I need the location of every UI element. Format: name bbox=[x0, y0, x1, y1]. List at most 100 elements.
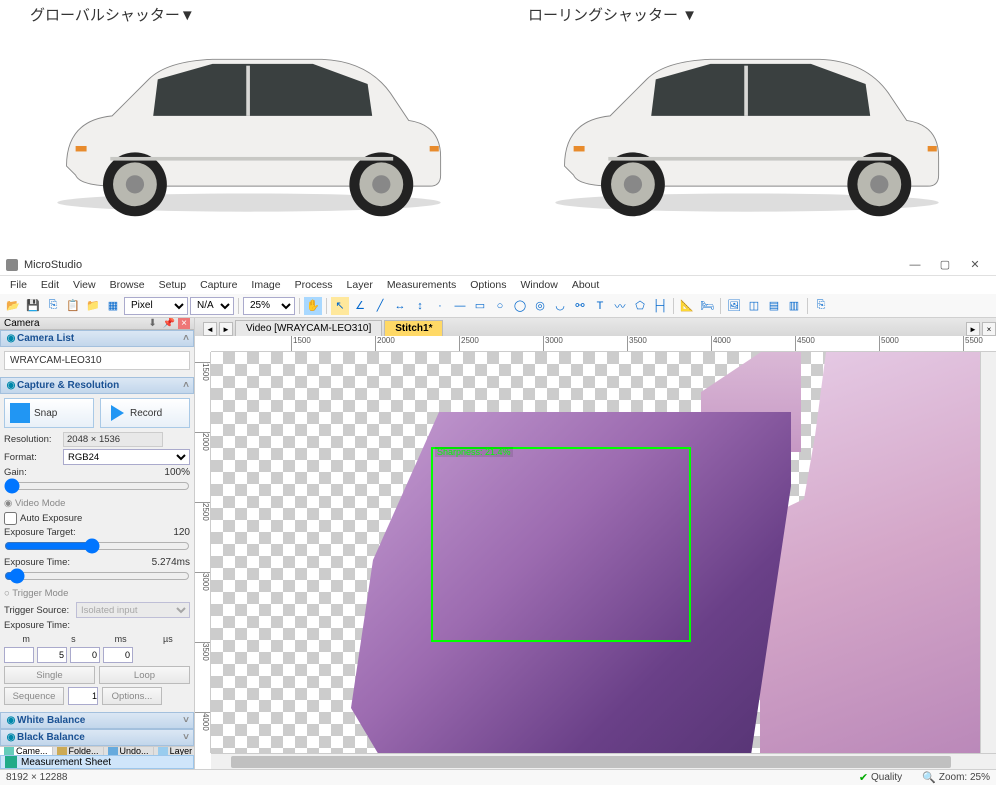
live-selection-box[interactable]: Sharpness: 21.4% bbox=[431, 447, 691, 642]
text-tool-icon[interactable]: T bbox=[591, 297, 609, 315]
paste-icon[interactable]: 📋 bbox=[64, 297, 82, 315]
angle-tool-icon[interactable]: ∠ bbox=[351, 297, 369, 315]
scrollbar-vertical[interactable] bbox=[980, 352, 996, 753]
camera-list-header[interactable]: ◉ Camera List ˄ bbox=[0, 330, 194, 347]
time-us-input[interactable] bbox=[103, 647, 133, 663]
camera-panel: Camera ⬇ 📌 × ◉ Camera List ˄ WRAYCAM-LEO… bbox=[0, 318, 195, 769]
circle-tool-icon[interactable]: ◯ bbox=[511, 297, 529, 315]
time-s-input[interactable] bbox=[37, 647, 67, 663]
line-tool-icon[interactable]: ╱ bbox=[371, 297, 389, 315]
tab-undo[interactable]: Undo... bbox=[104, 747, 154, 755]
single-button[interactable]: Single bbox=[4, 666, 95, 684]
ring-tool-icon[interactable]: ◎ bbox=[531, 297, 549, 315]
white-balance-header[interactable]: ◉ White Balance ˅ bbox=[0, 712, 194, 729]
tab-folders[interactable]: Folde... bbox=[53, 747, 104, 755]
tab-next-button[interactable]: ► bbox=[219, 322, 233, 336]
scale-tool-icon[interactable]: ├┤ bbox=[651, 297, 669, 315]
arc-tool-icon[interactable]: ◡ bbox=[551, 297, 569, 315]
open-icon[interactable]: 📂 bbox=[4, 297, 22, 315]
format-select[interactable]: RGB24 bbox=[63, 449, 190, 465]
menu-view[interactable]: View bbox=[67, 277, 102, 293]
pin2-icon[interactable]: 📌 bbox=[160, 318, 178, 329]
link-tool-icon[interactable]: ⚯ bbox=[571, 297, 589, 315]
menu-edit[interactable]: Edit bbox=[35, 277, 65, 293]
exposure-target-slider[interactable] bbox=[4, 540, 190, 552]
resolution-value[interactable]: 2048 × 1536 bbox=[63, 432, 163, 447]
browse-icon[interactable]: 📁 bbox=[84, 297, 102, 315]
zoom-select[interactable]: 25% bbox=[243, 297, 295, 315]
copy-icon[interactable]: ⎘ bbox=[44, 297, 62, 315]
canvas-wrap: 1500 2000 2500 3000 3500 4000 4500 Sharp… bbox=[195, 352, 996, 753]
status-quality[interactable]: ✔Quality bbox=[859, 771, 902, 784]
minimize-button[interactable]: — bbox=[900, 254, 930, 275]
pointer-tool-icon[interactable]: ↖ bbox=[331, 297, 349, 315]
time-ms-input[interactable] bbox=[70, 647, 100, 663]
maximize-button[interactable]: ▢ bbox=[930, 254, 960, 275]
save-icon[interactable]: 💾 bbox=[24, 297, 42, 315]
scrollbar-horizontal[interactable] bbox=[211, 753, 996, 769]
sequence-count-input[interactable] bbox=[68, 687, 98, 705]
scrollbar-thumb[interactable] bbox=[231, 756, 951, 768]
pin-icon[interactable]: ⬇ bbox=[145, 318, 159, 329]
loop-button[interactable]: Loop bbox=[99, 666, 190, 684]
tab-close-button[interactable]: × bbox=[982, 322, 996, 336]
black-balance-header[interactable]: ◉ Black Balance ˅ bbox=[0, 729, 194, 746]
export-icon[interactable]: ⎘ bbox=[812, 297, 830, 315]
menu-options[interactable]: Options bbox=[464, 277, 512, 293]
calib-icon[interactable]: 📐 bbox=[678, 297, 696, 315]
tile2-icon[interactable]: ▤ bbox=[765, 297, 783, 315]
snap-button[interactable]: Snap bbox=[4, 398, 94, 428]
panel-close-icon[interactable]: × bbox=[178, 318, 190, 329]
stage-icon[interactable]: 🛏 bbox=[698, 297, 716, 315]
status-zoom[interactable]: 🔍Zoom: 25% bbox=[922, 771, 990, 784]
window-icon[interactable]: 🖼 bbox=[725, 297, 743, 315]
measurement-sheet-button[interactable]: Measurement Sheet bbox=[0, 755, 194, 769]
capture-header[interactable]: ◉ Capture & Resolution ˄ bbox=[0, 377, 194, 394]
polygon-tool-icon[interactable]: ⬠ bbox=[631, 297, 649, 315]
tab-layer[interactable]: Layer bbox=[154, 747, 194, 755]
sequence-button[interactable]: Sequence bbox=[4, 687, 64, 705]
menu-measurements[interactable]: Measurements bbox=[381, 277, 462, 293]
menu-layer[interactable]: Layer bbox=[341, 277, 379, 293]
segment-tool-icon[interactable]: — bbox=[451, 297, 469, 315]
tile-icon[interactable]: ◫ bbox=[745, 297, 763, 315]
doc-tab-stitch[interactable]: Stitch1* bbox=[384, 320, 443, 336]
unit-select[interactable]: Pixel bbox=[124, 297, 188, 315]
tab-prev-button[interactable]: ◄ bbox=[203, 322, 217, 336]
menu-image[interactable]: Image bbox=[245, 277, 286, 293]
record-button[interactable]: Record bbox=[100, 398, 190, 428]
options-button[interactable]: Options... bbox=[102, 687, 162, 705]
grid-icon[interactable]: ▦ bbox=[104, 297, 122, 315]
menu-capture[interactable]: Capture bbox=[194, 277, 243, 293]
tile3-icon[interactable]: ▥ bbox=[785, 297, 803, 315]
menu-about[interactable]: About bbox=[566, 277, 605, 293]
doc-tab-video[interactable]: Video [WRAYCAM-LEO310] bbox=[235, 320, 382, 336]
toolbar: 📂 💾 ⎘ 📋 📁 ▦ Pixel N/A 25% ✋ ↖ ∠ ╱ ↔ ↕ · … bbox=[0, 294, 996, 318]
canvas[interactable]: Sharpness: 21.4% bbox=[211, 352, 980, 753]
white-balance-label: White Balance bbox=[17, 715, 85, 726]
time-m-input[interactable] bbox=[4, 647, 34, 663]
point-tool-icon[interactable]: · bbox=[431, 297, 449, 315]
tab-menu-button[interactable]: ► bbox=[966, 322, 980, 336]
exposure-time-slider[interactable] bbox=[4, 570, 190, 582]
menu-window[interactable]: Window bbox=[514, 277, 563, 293]
menu-setup[interactable]: Setup bbox=[153, 277, 192, 293]
camera-name-item[interactable]: WRAYCAM-LEO310 bbox=[4, 351, 190, 370]
hand-tool-icon[interactable]: ✋ bbox=[304, 297, 322, 315]
camera-list-label: Camera List bbox=[17, 333, 74, 344]
ellipse-tool-icon[interactable]: ○ bbox=[491, 297, 509, 315]
na-select[interactable]: N/A bbox=[190, 297, 234, 315]
trigger-mode-label: ○ Trigger Mode bbox=[4, 588, 190, 599]
rect-tool-icon[interactable]: ▭ bbox=[471, 297, 489, 315]
menu-process[interactable]: Process bbox=[289, 277, 339, 293]
hline-tool-icon[interactable]: ↔ bbox=[391, 297, 409, 315]
vline-tool-icon[interactable]: ↕ bbox=[411, 297, 429, 315]
app-body: Camera ⬇ 📌 × ◉ Camera List ˄ WRAYCAM-LEO… bbox=[0, 318, 996, 769]
close-button[interactable]: ✕ bbox=[960, 254, 990, 275]
menu-browse[interactable]: Browse bbox=[104, 277, 151, 293]
auto-exposure-check[interactable]: Auto Exposure bbox=[4, 512, 190, 525]
polyline-tool-icon[interactable]: 〰 bbox=[611, 297, 629, 315]
tab-camera[interactable]: Came... bbox=[0, 747, 53, 755]
gain-slider[interactable] bbox=[4, 480, 190, 492]
menu-file[interactable]: File bbox=[4, 277, 33, 293]
